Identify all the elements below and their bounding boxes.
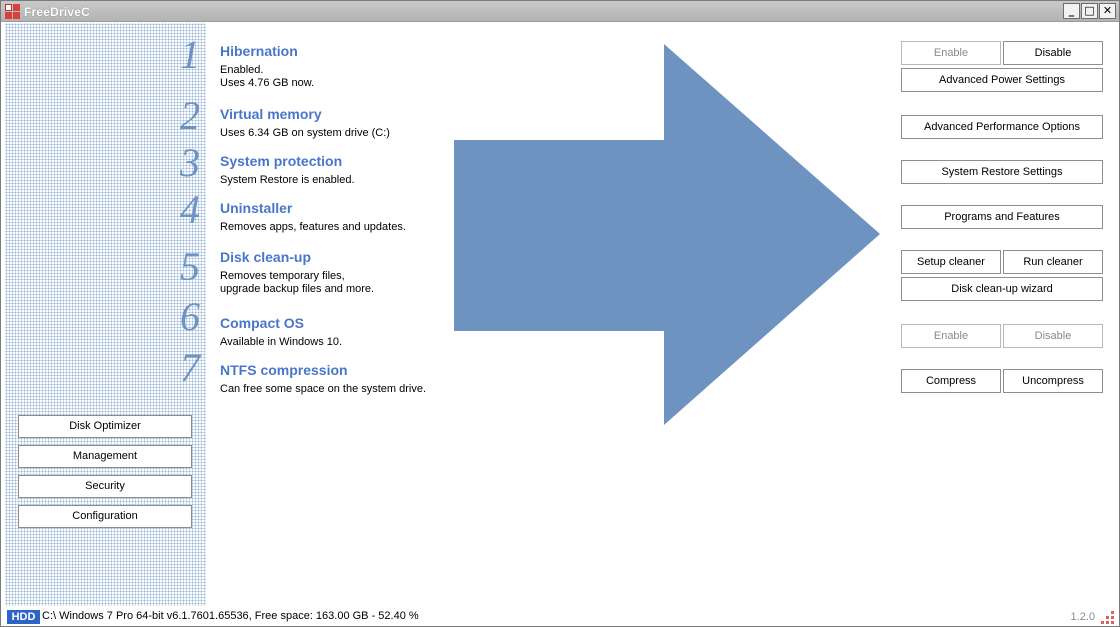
hibernation-enable-button[interactable]: Enable — [901, 41, 1001, 65]
disk-cleanup-wizard-button[interactable]: Disk clean-up wizard — [901, 277, 1103, 301]
system-restore-settings-button[interactable]: System Restore Settings — [901, 160, 1103, 184]
arrow-right-icon — [454, 44, 880, 425]
advanced-power-settings-button[interactable]: Advanced Power Settings — [901, 68, 1103, 92]
step-title-virtual-memory: Virtual memory — [220, 106, 322, 122]
run-cleaner-button[interactable]: Run cleaner — [1003, 250, 1103, 274]
step-desc-disk-cleanup-line-2: upgrade backup files and more. — [220, 283, 375, 295]
step-title-uninstaller: Uninstaller — [220, 200, 293, 216]
step-title-hibernation: Hibernation — [220, 43, 298, 59]
step-title-disk-cleanup: Disk clean-up — [220, 249, 312, 265]
compress-button[interactable]: Compress — [901, 369, 1001, 393]
step-desc-compact-os: Available in Windows 10. — [220, 336, 343, 348]
system-info-text: C:\ Windows 7 Pro 64-bit v6.1.7601.65536… — [42, 610, 419, 622]
version-label: 1.2.0 — [1070, 611, 1095, 623]
programs-and-features-button[interactable]: Programs and Features — [901, 205, 1103, 229]
step-desc-hibernation-line-1: Enabled. — [220, 64, 264, 76]
advanced-performance-options-button[interactable]: Advanced Performance Options — [901, 115, 1103, 139]
status-bar: HDD C:\ Windows 7 Pro 64-bit v6.1.7601.6… — [5, 607, 1117, 625]
drive-type-badge: HDD — [7, 610, 40, 624]
step-title-ntfs-compression: NTFS compression — [220, 362, 348, 378]
step-desc-disk-cleanup-line-1: Removes temporary files, — [220, 270, 345, 282]
hibernation-disable-button[interactable]: Disable — [1003, 41, 1103, 65]
step-desc-ntfs-compression: Can free some space on the system drive. — [220, 383, 427, 395]
step-title-system-protection: System protection — [220, 153, 343, 169]
step-desc-hibernation-line-2: Uses 4.76 GB now. — [220, 77, 315, 89]
step-desc-virtual-memory: Uses 6.34 GB on system drive (C:) — [220, 127, 390, 139]
step-desc-uninstaller: Removes apps, features and updates. — [220, 221, 406, 233]
app-window: FreeDriveC _ □ ✕ 1 2 3 4 5 6 7 Disk Opti… — [0, 0, 1120, 627]
compact-os-disable-button[interactable]: Disable — [1003, 324, 1103, 348]
uncompress-button[interactable]: Uncompress — [1003, 369, 1103, 393]
step-title-compact-os: Compact OS — [220, 315, 305, 331]
setup-cleaner-button[interactable]: Setup cleaner — [901, 250, 1001, 274]
step-desc-system-protection: System Restore is enabled. — [220, 174, 355, 186]
resize-grip-icon[interactable] — [1101, 611, 1115, 624]
compact-os-enable-button[interactable]: Enable — [901, 324, 1001, 348]
